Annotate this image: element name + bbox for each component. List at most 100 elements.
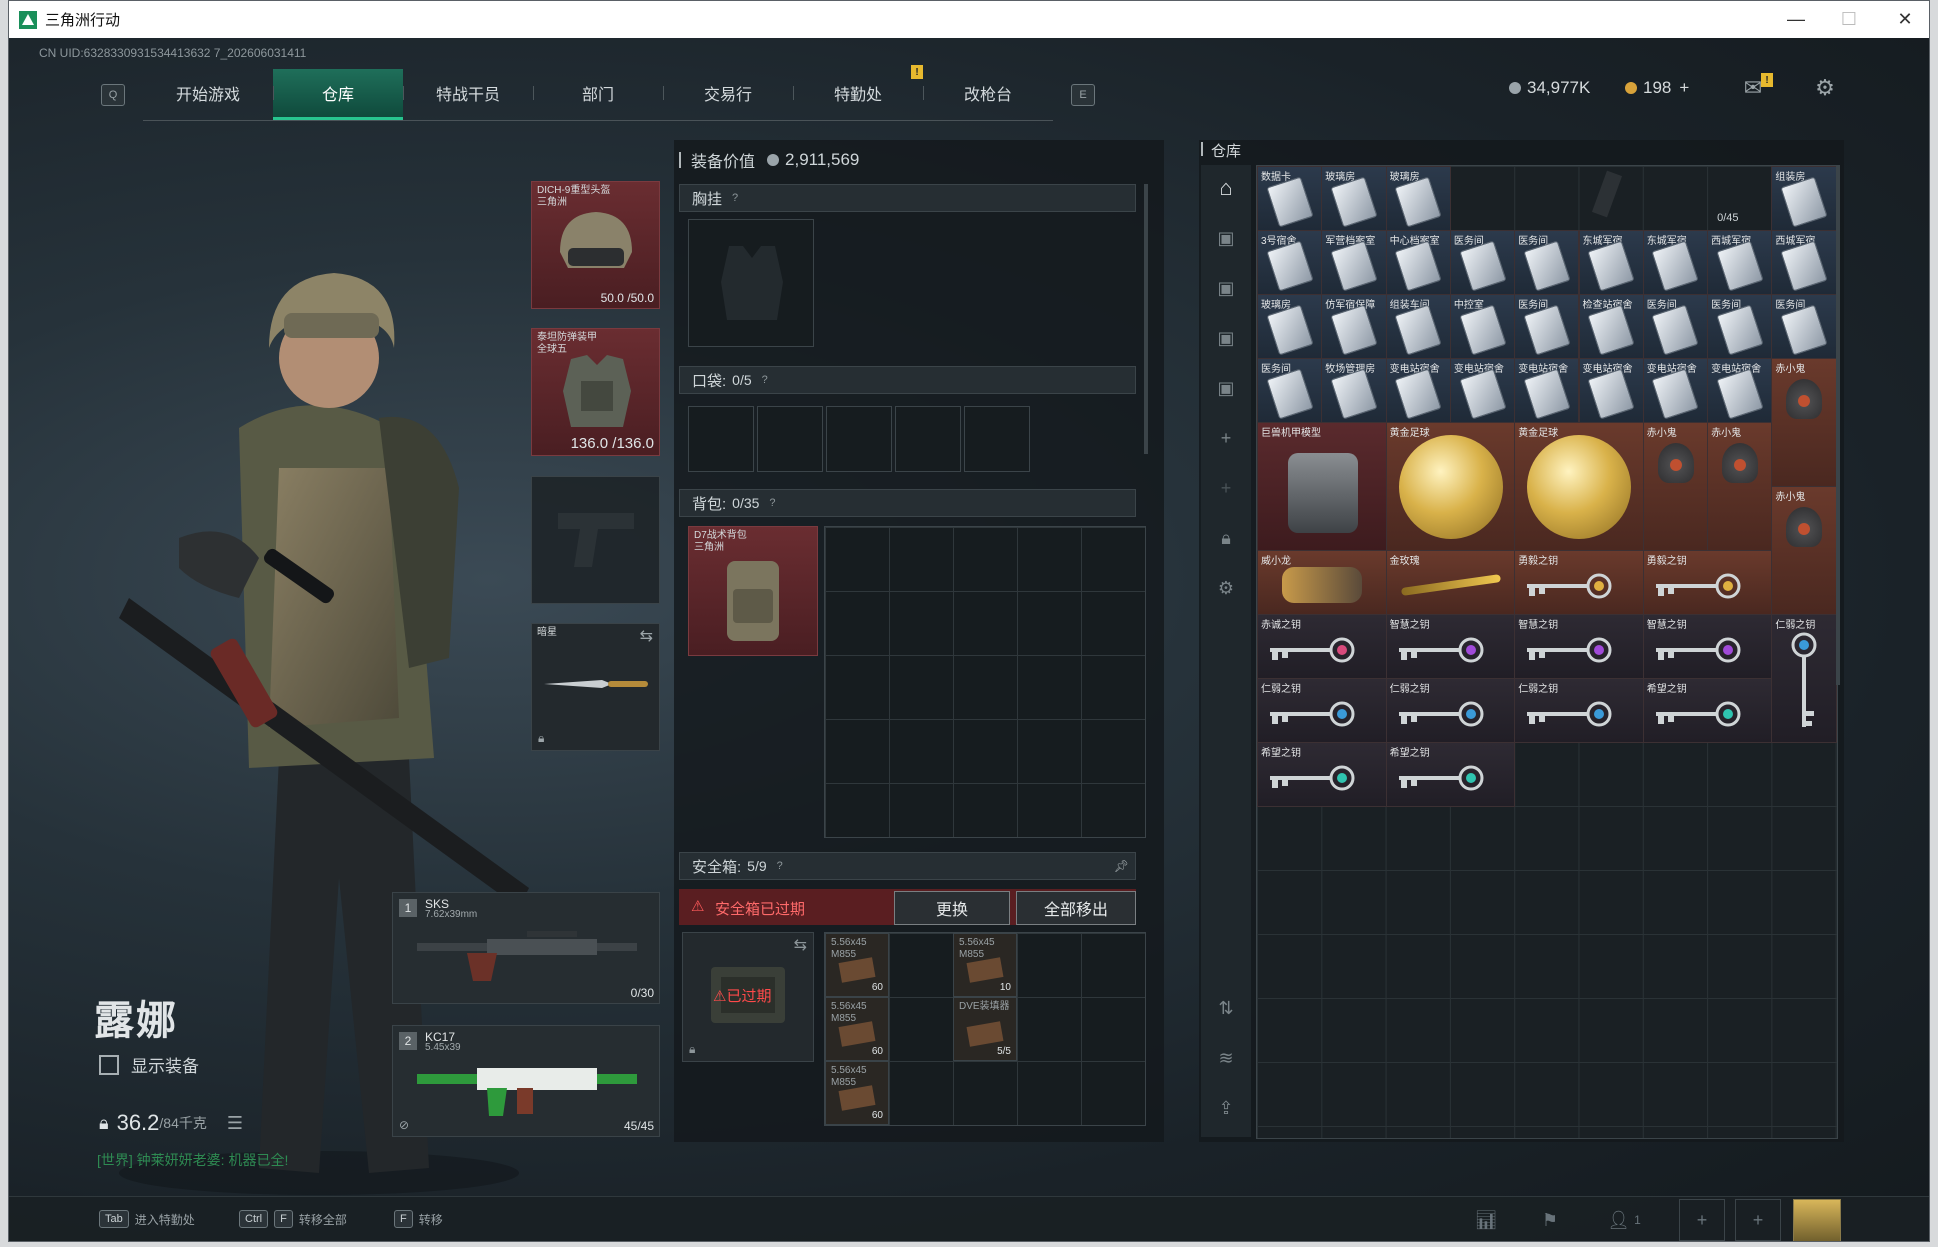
key-item[interactable]: 希望之钥 — [1642, 678, 1773, 743]
warehouse-home-icon[interactable]: ⌂ — [1211, 173, 1241, 203]
nav-tab[interactable]: 特勤处 — [793, 69, 923, 117]
keycard-item[interactable]: 变电站宿舍 — [1385, 358, 1451, 423]
keycard-item[interactable]: 医务间 — [1514, 230, 1580, 295]
keybind-hint[interactable]: F 转移 — [394, 1207, 443, 1231]
swap-icon[interactable]: ⇆ — [794, 935, 807, 955]
show-equipment-toggle[interactable]: 显示装备 — [99, 1052, 199, 1077]
key-item[interactable]: 仁弱之钥 — [1257, 678, 1387, 743]
keycard-item[interactable]: 变电站宿舍 — [1449, 358, 1516, 423]
safebox-item[interactable]: DVE装填器 5/5 — [953, 997, 1017, 1061]
help-icon[interactable]: ? — [732, 192, 738, 204]
key-item[interactable]: 仁弱之钥 — [1514, 678, 1644, 743]
pocket-slot[interactable] — [964, 406, 1030, 472]
collectible-item[interactable]: 黄金足球 — [1514, 422, 1644, 551]
keycard-item[interactable]: 医务间 — [1257, 358, 1323, 423]
remove-all-button[interactable]: 全部移出 — [1016, 891, 1136, 925]
world-chat-line[interactable]: [世界] 钟莱妍妍老婆: 机器已全! — [97, 1150, 288, 1170]
collectible-item[interactable]: 赤小鬼 — [1642, 422, 1709, 551]
sort-icon[interactable]: ⇅ — [1211, 993, 1241, 1023]
keycard-item[interactable]: 医务间 — [1642, 294, 1709, 359]
safebox-item[interactable]: 5.56x45 M855 60 — [825, 997, 889, 1061]
keycard-item[interactable]: 变电站宿舍 — [1642, 358, 1709, 423]
close-icon[interactable]: ✕ — [1875, 1, 1929, 38]
keycard-item[interactable]: 牧场管理房 — [1321, 358, 1387, 423]
keycard-item[interactable]: 玻璃房 — [1257, 294, 1323, 359]
layers-icon[interactable]: ≋ — [1211, 1043, 1241, 1073]
collectible-item[interactable]: 勇毅之钥 — [1642, 550, 1773, 615]
keycard-item[interactable]: 医务间 — [1771, 294, 1837, 359]
keycard-item[interactable]: 东城军宿 — [1642, 230, 1709, 295]
pocket-slot[interactable] — [895, 406, 961, 472]
safebox-item[interactable]: 5.56x45 M855 60 — [825, 933, 889, 997]
settings-gear-icon[interactable]: ⚙ — [1811, 74, 1839, 102]
warehouse-tab-icon[interactable]: ▣ — [1211, 323, 1241, 353]
keycard-item[interactable]: 组装车间 — [1385, 294, 1451, 359]
safebox-slot[interactable]: ⚠已过期 ⇆ 🔒︎ — [682, 932, 814, 1062]
keycard-item[interactable]: 玻璃房 — [1321, 166, 1387, 231]
key-item[interactable]: 赤诚之钥 — [1257, 614, 1387, 679]
help-icon[interactable]: ? — [777, 860, 783, 872]
help-icon[interactable]: ? — [762, 374, 768, 386]
add-coin-icon[interactable]: + — [1679, 78, 1689, 98]
show-equipment-checkbox[interactable] — [99, 1054, 119, 1075]
keycard-item[interactable]: 检查站宿舍 — [1578, 294, 1644, 359]
keycard-item[interactable]: 变电站宿舍 — [1578, 358, 1644, 423]
collectible-item[interactable]: 赤小鬼 — [1771, 358, 1837, 487]
list-icon[interactable]: ☰ — [227, 1113, 243, 1134]
transfer-icon[interactable]: ⇪ — [1211, 1093, 1241, 1123]
havoc-coin-display[interactable]: 34,977K — [1509, 78, 1590, 98]
nav-tab[interactable]: 仓库 — [273, 69, 403, 120]
collectible-item[interactable]: 赤小鬼 — [1771, 486, 1837, 615]
warehouse-scrollbar[interactable] — [1836, 165, 1840, 685]
attachment-off-icon[interactable]: ⊘ — [399, 1118, 409, 1132]
collectible-item[interactable]: 勇毅之钥 — [1514, 550, 1644, 615]
keybind-hint[interactable]: Tab 进入特勤处 — [99, 1207, 195, 1231]
keycard-item[interactable]: 东城军宿 — [1578, 230, 1644, 295]
pistol-slot[interactable] — [531, 476, 660, 604]
pocket-slot[interactable] — [688, 406, 754, 472]
lock-icon[interactable]: 🔒︎ — [1211, 523, 1241, 553]
add-tab-icon[interactable]: + — [1211, 423, 1241, 453]
add-tab-icon[interactable]: + — [1211, 473, 1241, 503]
key-item[interactable]: 智慧之钥 — [1385, 614, 1516, 679]
nav-tab[interactable]: 交易行 — [663, 69, 793, 117]
nav-next-key[interactable]: E — [1071, 84, 1095, 106]
collectible-item[interactable]: 赤小鬼 — [1707, 422, 1773, 551]
invite-slot-button[interactable]: + — [1679, 1199, 1725, 1241]
warehouse-tab-icon[interactable]: ▣ — [1211, 373, 1241, 403]
nav-tab[interactable]: 部门 — [533, 69, 663, 117]
keycard-item[interactable]: 医务间 — [1514, 294, 1580, 359]
keycard-item[interactable]: 医务间 — [1707, 294, 1773, 359]
backpack-grid[interactable] — [824, 526, 1146, 838]
keycard-item[interactable]: 组装房 — [1771, 166, 1837, 231]
nav-prev-key[interactable]: Q — [101, 84, 125, 106]
key-item[interactable]: 希望之钥 — [1257, 742, 1387, 807]
squad-icon[interactable]: 👤︎ 1 — [1599, 1205, 1649, 1235]
pin-icon[interactable]: 📌︎ — [1114, 859, 1129, 873]
key-item[interactable]: 仁弱之钥 — [1771, 614, 1837, 743]
key-item[interactable]: 希望之钥 — [1385, 742, 1516, 807]
help-icon[interactable]: ? — [769, 497, 775, 509]
loadout-scrollbar[interactable] — [1144, 184, 1148, 454]
stats-chart-icon[interactable]: 📊︎ — [1471, 1205, 1501, 1235]
chest-rig-slot[interactable] — [688, 219, 814, 347]
melee-slot[interactable]: 暗星 ⇆ 🔒︎ — [531, 623, 660, 751]
nav-tab[interactable]: 特战干员 — [403, 69, 533, 117]
swap-icon[interactable]: ⇆ — [640, 626, 653, 646]
keycard-item[interactable]: 西城军宿 — [1707, 230, 1773, 295]
minimize-icon[interactable]: — — [1766, 1, 1826, 38]
warehouse-tab-icon[interactable]: ▣ — [1211, 223, 1241, 253]
keycard-item[interactable]: 变电站宿舍 — [1707, 358, 1773, 423]
pocket-slot[interactable] — [757, 406, 823, 472]
keycard-item[interactable]: 西城军宿 — [1771, 230, 1837, 295]
replace-button[interactable]: 更换 — [894, 891, 1010, 925]
keycard-item[interactable]: 中心档案室 — [1385, 230, 1451, 295]
settings-gear-icon[interactable]: ⚙ — [1211, 573, 1241, 603]
keycard-item[interactable]: 中控室 — [1449, 294, 1516, 359]
collectible-item[interactable]: 威小龙 — [1257, 550, 1387, 615]
nav-tab[interactable]: 开始游戏 — [143, 69, 273, 117]
keybind-hint[interactable]: Ctrl F 转移全部 — [239, 1207, 347, 1231]
keycard-item[interactable]: 玻璃房 — [1385, 166, 1451, 231]
armor-slot[interactable]: 泰坦防弹装甲 全球五 136.0 /136.0 — [531, 328, 660, 456]
secondary-weapon-slot[interactable]: 2 KC17 5.45x39 ⊘ 45/45 — [392, 1025, 660, 1137]
